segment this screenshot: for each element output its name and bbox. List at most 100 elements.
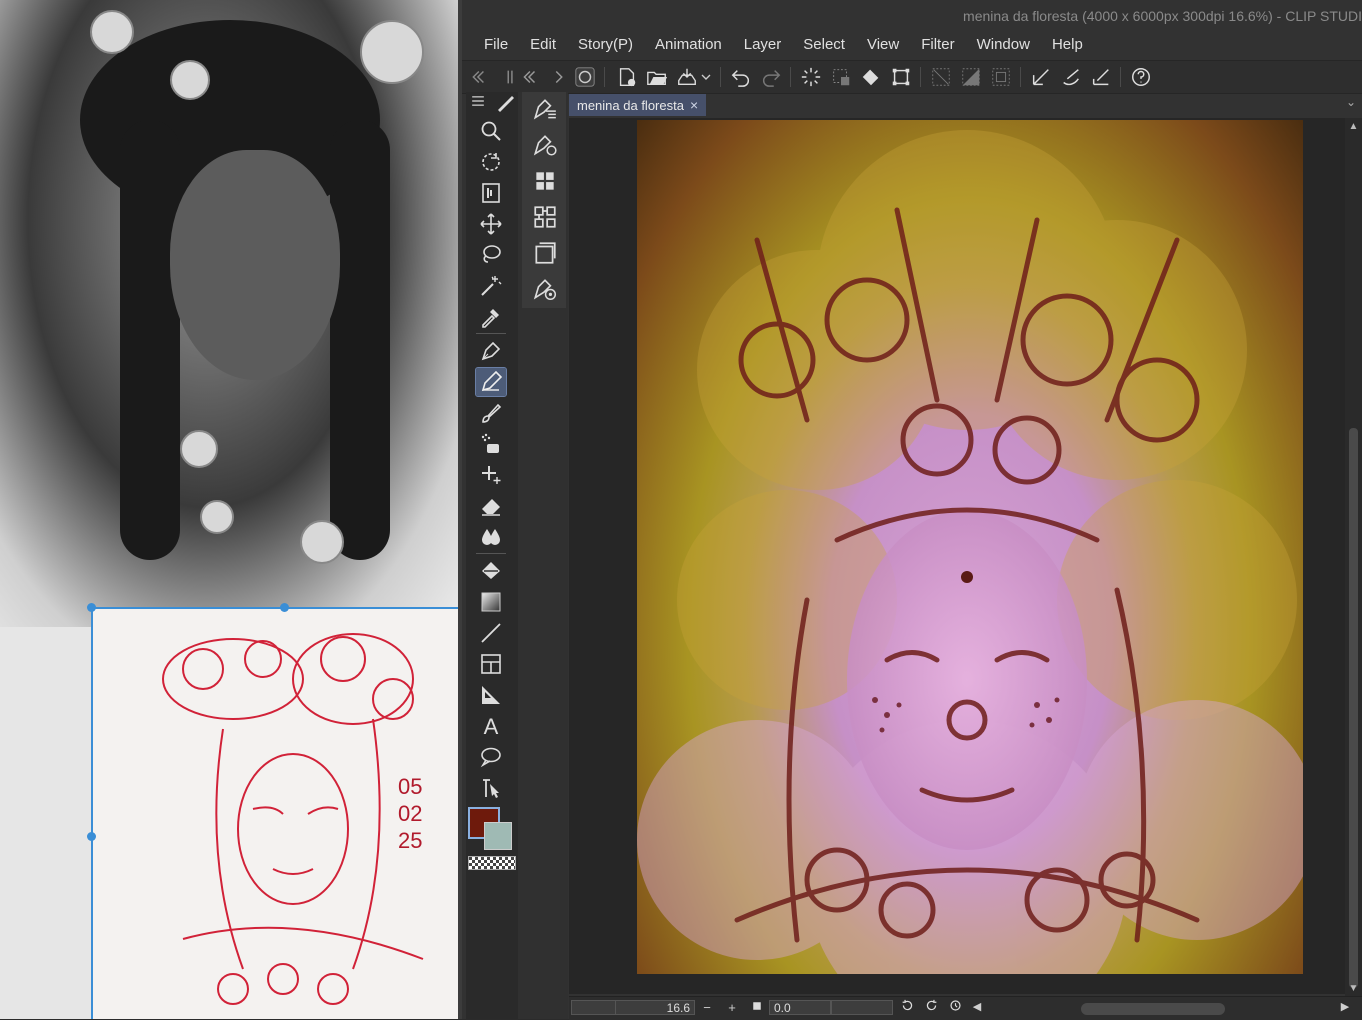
open-file-icon[interactable] [644,64,670,90]
scroll-down-icon[interactable]: ▼ [1345,982,1362,996]
airbrush-icon[interactable] [476,430,506,458]
correct-line-icon[interactable] [476,774,506,802]
fill-icon[interactable] [476,557,506,585]
zoom-value: 16.6 [666,1001,690,1015]
expand-panel-icon[interactable] [546,64,572,90]
close-icon[interactable]: × [690,97,698,113]
clear-selection-icon[interactable] [828,64,854,90]
ruler-icon[interactable] [476,681,506,709]
tab-menina-da-floresta[interactable]: menina da floresta × [569,94,707,116]
horizontal-scroll-thumb[interactable] [1081,1003,1225,1015]
magic-wand-icon[interactable] [476,272,506,300]
rotate-right-icon[interactable] [923,999,939,1016]
rotation-value: 0.0 [774,1001,791,1015]
zoom-field[interactable]: 16.6 [615,1000,695,1015]
eyedropper-icon[interactable] [476,303,506,331]
layer-move-icon[interactable] [476,179,506,207]
reference-sketch[interactable]: 05 02 25 [91,607,458,1019]
scroll-right-icon[interactable]: ▶ [1337,999,1353,1016]
menu-file[interactable]: File [462,32,519,58]
reference-area: 05 02 25 [0,0,458,1019]
transparent-color-chip[interactable] [468,856,516,870]
balloon-icon[interactable] [476,743,506,771]
menu-animation[interactable]: Animation [644,32,733,58]
text-icon[interactable]: A [476,712,506,740]
fit-stop-icon[interactable] [749,999,765,1016]
menu-story[interactable]: Story(P) [567,32,644,58]
transform-handle-left-middle[interactable] [87,832,96,841]
window-title: menina da floresta (4000 x 6000px 300dpi… [963,8,1362,24]
grid-icon[interactable] [530,166,560,196]
sub-color-chip[interactable] [484,822,512,850]
nodes-icon[interactable] [530,202,560,232]
fill-selection-icon[interactable] [858,64,884,90]
pen-subtool-1-icon[interactable] [530,94,560,124]
palette-menu-icon[interactable] [468,94,488,108]
menu-window[interactable]: Window [966,32,1041,58]
command-bar [462,60,1362,94]
vertical-scrollbar[interactable]: ▲ ▼ [1345,118,1362,998]
menu-help[interactable]: Help [1041,32,1094,58]
zoom-icon[interactable] [476,117,506,145]
layer-icon[interactable] [530,238,560,268]
help-icon[interactable] [1128,64,1154,90]
svg-text:A: A [484,714,499,738]
snap-grid-icon[interactable] [1088,64,1114,90]
new-file-icon[interactable] [614,64,640,90]
clear-icon[interactable] [798,64,824,90]
line-icon[interactable] [476,619,506,647]
gradient-icon[interactable] [476,588,506,616]
menu-view[interactable]: View [856,32,910,58]
decoration-icon[interactable] [476,461,506,489]
zoom-slider[interactable] [571,1000,617,1015]
frame-icon[interactable] [476,650,506,678]
canvas-viewport[interactable] [569,118,1345,994]
undo-icon[interactable] [728,64,754,90]
pencil-icon[interactable] [475,367,507,397]
menu-bar: File Edit Story(P) Animation Layer Selec… [462,32,1094,58]
save-menu-chevron-icon[interactable] [698,64,714,90]
deselect-icon[interactable] [928,64,954,90]
lasso-icon[interactable] [476,241,506,269]
tool-palette: A [466,92,518,1019]
tab-list-chevron-icon[interactable]: ⌄ [1346,95,1356,109]
vertical-scroll-thumb[interactable] [1349,428,1358,988]
scroll-up-icon[interactable]: ▲ [1345,120,1362,134]
menu-edit[interactable]: Edit [519,32,567,58]
collapse-left-icon[interactable] [464,64,490,90]
canvas-status-bar: 16.6 − + 0.0 ◀ ▶ [569,996,1362,1020]
transform-handle-top-middle[interactable] [280,603,289,612]
rotation-field[interactable]: 0.0 [769,1000,831,1015]
scroll-left-icon[interactable]: ◀ [969,999,985,1016]
pen-target-icon[interactable] [530,274,560,304]
redo-icon[interactable] [758,64,784,90]
snap-special-ruler-icon[interactable] [1058,64,1084,90]
rotation-slider[interactable] [831,1000,893,1015]
pen-subtool-2-icon[interactable] [530,130,560,160]
blend-icon[interactable] [476,523,506,551]
snap-ruler-icon[interactable] [1028,64,1054,90]
canvas-artwork[interactable] [637,120,1303,974]
reset-rotation-icon[interactable] [947,999,963,1016]
brush-icon[interactable] [476,399,506,427]
horizontal-scrollbar[interactable] [987,999,1335,1016]
transform-handle-top-left[interactable] [87,603,96,612]
menu-layer[interactable]: Layer [733,32,793,58]
move-icon[interactable] [476,210,506,238]
menu-filter[interactable]: Filter [910,32,965,58]
rotate-icon[interactable] [476,148,506,176]
zoom-in-button[interactable]: + [724,999,740,1016]
clip-studio-logo-icon[interactable] [572,64,598,90]
collapse-panel-icon[interactable] [516,64,542,90]
show-selection-icon[interactable] [988,64,1014,90]
rotate-left-icon[interactable] [899,999,915,1016]
save-icon[interactable] [674,64,700,90]
transform-icon[interactable] [888,64,914,90]
eraser-icon[interactable] [476,492,506,520]
zoom-out-button[interactable]: − [699,999,715,1016]
menu-select[interactable]: Select [792,32,856,58]
pen-icon[interactable] [476,337,506,365]
brush-size-icon[interactable] [494,90,518,114]
invert-selection-icon[interactable] [958,64,984,90]
sketch-number-2: 02 [398,801,422,826]
